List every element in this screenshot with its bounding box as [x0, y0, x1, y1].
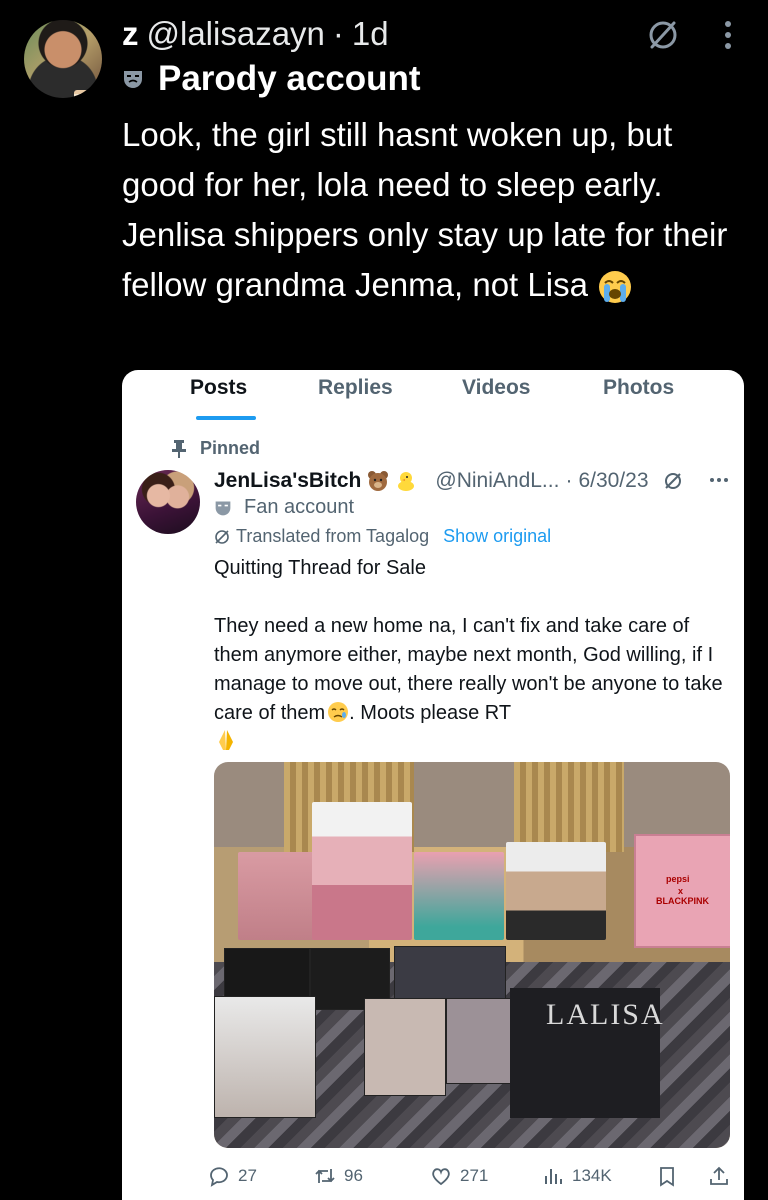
- curtain-right: [514, 762, 624, 852]
- birthday-cake-icon: [74, 90, 100, 98]
- fan-account-badge: Fan account: [214, 496, 354, 519]
- like-count: 271: [460, 1166, 489, 1185]
- grok-icon[interactable]: [663, 471, 683, 491]
- post-text: Quitting Thread for Sale They need a new…: [214, 557, 723, 724]
- share-icon: [710, 1166, 728, 1185]
- tab-replies[interactable]: Replies: [318, 376, 393, 400]
- album-stack: [312, 802, 412, 940]
- heart-icon: [432, 1168, 450, 1186]
- album-cover: [364, 998, 446, 1096]
- tab-posts[interactable]: Posts: [190, 376, 247, 400]
- bookmark-button[interactable]: [656, 1165, 678, 1187]
- box-x: x: [678, 886, 684, 896]
- reply-count: 27: [238, 1166, 257, 1185]
- box-group: BLACKPINK: [656, 896, 709, 906]
- author-display-name[interactable]: z: [122, 15, 139, 53]
- parody-badge: Parody account: [122, 58, 421, 100]
- grok-icon[interactable]: [646, 18, 680, 52]
- active-tab-indicator: [196, 416, 256, 420]
- author-avatar[interactable]: [24, 20, 102, 98]
- chick-icon: [398, 472, 415, 491]
- album-stack: [506, 842, 606, 940]
- post-author-avatar[interactable]: [136, 470, 200, 534]
- reply-icon: [210, 1167, 228, 1187]
- pepsi-blackpink-box: pepsi x BLACKPINK: [634, 834, 730, 948]
- post-author-name[interactable]: JenLisa'sBitch: [214, 469, 361, 493]
- author-handle[interactable]: @lalisazayn: [147, 15, 325, 53]
- album-cover: [214, 996, 316, 1118]
- album-title: LALISA: [546, 998, 665, 1031]
- repost-button[interactable]: 96: [314, 1165, 363, 1187]
- post-separator: ·: [565, 469, 573, 492]
- bear-icon: [368, 471, 389, 491]
- translate-icon: [215, 529, 229, 544]
- views-button[interactable]: 134K: [542, 1165, 612, 1187]
- post-text-tail: . Moots please RT: [349, 702, 512, 724]
- tweet-header: z @lalisazayn · 1d: [122, 12, 728, 56]
- post-actions: 27 96 271 134K: [208, 1160, 738, 1192]
- show-original-link[interactable]: Show original: [443, 526, 551, 547]
- parody-label: Parody account: [158, 59, 421, 98]
- profile-tabs: Posts Replies Videos Photos: [122, 370, 744, 424]
- fan-account-label: Fan account: [244, 496, 355, 518]
- post-header: JenLisa'sBitch @NiniAndL... · 6/30/23: [214, 466, 730, 496]
- views-icon: [545, 1169, 562, 1184]
- more-options-icon[interactable]: [708, 470, 730, 490]
- pin-icon: [172, 439, 186, 458]
- post-photo[interactable]: pepsi x BLACKPINK LALISA: [214, 762, 730, 1148]
- tweet-time[interactable]: 1d: [352, 15, 389, 53]
- translated-label: Translated from Tagalog: [236, 526, 430, 546]
- pinned-indicator: Pinned: [172, 438, 260, 459]
- tab-videos[interactable]: Videos: [462, 376, 530, 400]
- album-stack: [238, 852, 314, 940]
- album-stack: [414, 852, 504, 940]
- loudly-crying-face-icon: [599, 271, 632, 304]
- tab-photos[interactable]: Photos: [603, 376, 674, 400]
- tweet-text: Look, the girl still hasnt woken up, but…: [122, 116, 728, 303]
- header-separator: ·: [332, 15, 344, 52]
- embedded-screenshot[interactable]: Posts Replies Videos Photos Pinned JenLi…: [122, 370, 744, 1200]
- post-body: Quitting Thread for Sale They need a new…: [214, 554, 738, 757]
- mask-icon: [215, 500, 231, 515]
- lalisa-album: LALISA: [510, 988, 663, 1118]
- post-date[interactable]: 6/30/23: [578, 469, 648, 493]
- like-button[interactable]: 271: [430, 1165, 488, 1187]
- crying-face-icon: [328, 702, 349, 722]
- translation-notice: Translated from Tagalog Show original: [214, 526, 551, 547]
- reply-button[interactable]: 27: [208, 1165, 257, 1187]
- views-count: 134K: [572, 1166, 612, 1185]
- more-options-icon[interactable]: [718, 18, 738, 52]
- post-author-handle[interactable]: @NiniAndL...: [435, 469, 559, 493]
- bookmark-icon: [660, 1167, 674, 1187]
- box-brand: pepsi: [666, 874, 690, 884]
- repost-count: 96: [344, 1166, 363, 1185]
- mask-icon: [124, 71, 142, 88]
- repost-icon: [315, 1169, 335, 1183]
- pinned-label: Pinned: [200, 438, 261, 458]
- tweet-body: Look, the girl still hasnt woken up, but…: [122, 110, 742, 310]
- folded-hands-icon: [219, 730, 233, 750]
- share-button[interactable]: [708, 1165, 730, 1187]
